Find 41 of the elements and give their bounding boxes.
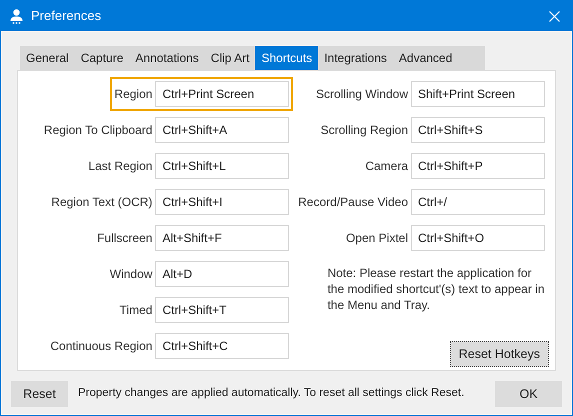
tab[interactable]: Shortcuts xyxy=(255,46,318,70)
shortcut-field[interactable]: Ctrl+Shift+L xyxy=(155,153,290,179)
person-icon xyxy=(10,8,23,24)
shortcut-field[interactable]: Ctrl+Shift+T xyxy=(155,297,290,323)
tab[interactable]: Integrations xyxy=(318,46,393,70)
shortcut-label: Camera xyxy=(365,158,409,175)
shortcut-label: Scrolling Region xyxy=(320,122,409,139)
shortcut-field[interactable]: Ctrl+Shift+C xyxy=(155,333,290,359)
shortcut-field[interactable]: Ctrl+Shift+I xyxy=(155,189,290,215)
close-icon[interactable] xyxy=(549,10,560,22)
shortcut-field[interactable]: Alt+Shift+F xyxy=(155,225,290,251)
tab[interactable]: Annotations xyxy=(129,46,205,70)
shortcut-label: Last Region xyxy=(88,158,154,175)
restart-note: Note: Please restart the application for the modified shortcut'(s) text to appear in the Menu and Tray. xyxy=(327,265,546,313)
reset-hotkeys-button[interactable]: Reset Hotkeys xyxy=(450,341,549,367)
shortcut-label: Open Pixtel xyxy=(346,230,409,247)
shortcut-field[interactable]: Ctrl+Shift+O xyxy=(411,225,545,251)
reset-button[interactable]: Reset xyxy=(11,381,68,407)
shortcut-label: Window xyxy=(110,266,154,283)
shortcut-label: Scrolling Window xyxy=(316,86,409,103)
ok-button[interactable]: OK xyxy=(495,381,562,407)
status-message: Property changes are applied automatically. To reset all settings click Reset. xyxy=(78,386,464,402)
tab[interactable]: Advanced xyxy=(392,46,458,70)
shortcut-label: Region To Clipboard xyxy=(44,122,154,139)
shortcut-field[interactable]: Shift+Print Screen xyxy=(411,81,545,107)
shortcut-field[interactable]: Ctrl+Shift+P xyxy=(411,153,545,179)
tab[interactable]: Clip Art xyxy=(204,46,256,70)
shortcut-field[interactable]: Ctrl+/ xyxy=(411,189,545,215)
shortcut-label: Fullscreen xyxy=(97,230,154,247)
shortcut-label: Continuous Region xyxy=(50,338,154,355)
window-title: Preferences xyxy=(31,7,102,26)
shortcut-field[interactable]: Ctrl+Print Screen xyxy=(155,81,290,107)
shortcut-label: Record/Pause Video xyxy=(298,194,409,211)
shortcut-field[interactable]: Ctrl+Shift+A xyxy=(155,117,290,143)
shortcut-field[interactable]: Ctrl+Shift+S xyxy=(411,117,545,143)
tab[interactable]: Capture xyxy=(74,46,130,70)
tab[interactable]: General xyxy=(20,46,75,70)
shortcut-label: Region xyxy=(114,86,154,103)
shortcut-label: Timed xyxy=(120,302,154,319)
shortcut-label: Region Text (OCR) xyxy=(51,194,154,211)
shortcut-field[interactable]: Alt+D xyxy=(155,261,290,287)
